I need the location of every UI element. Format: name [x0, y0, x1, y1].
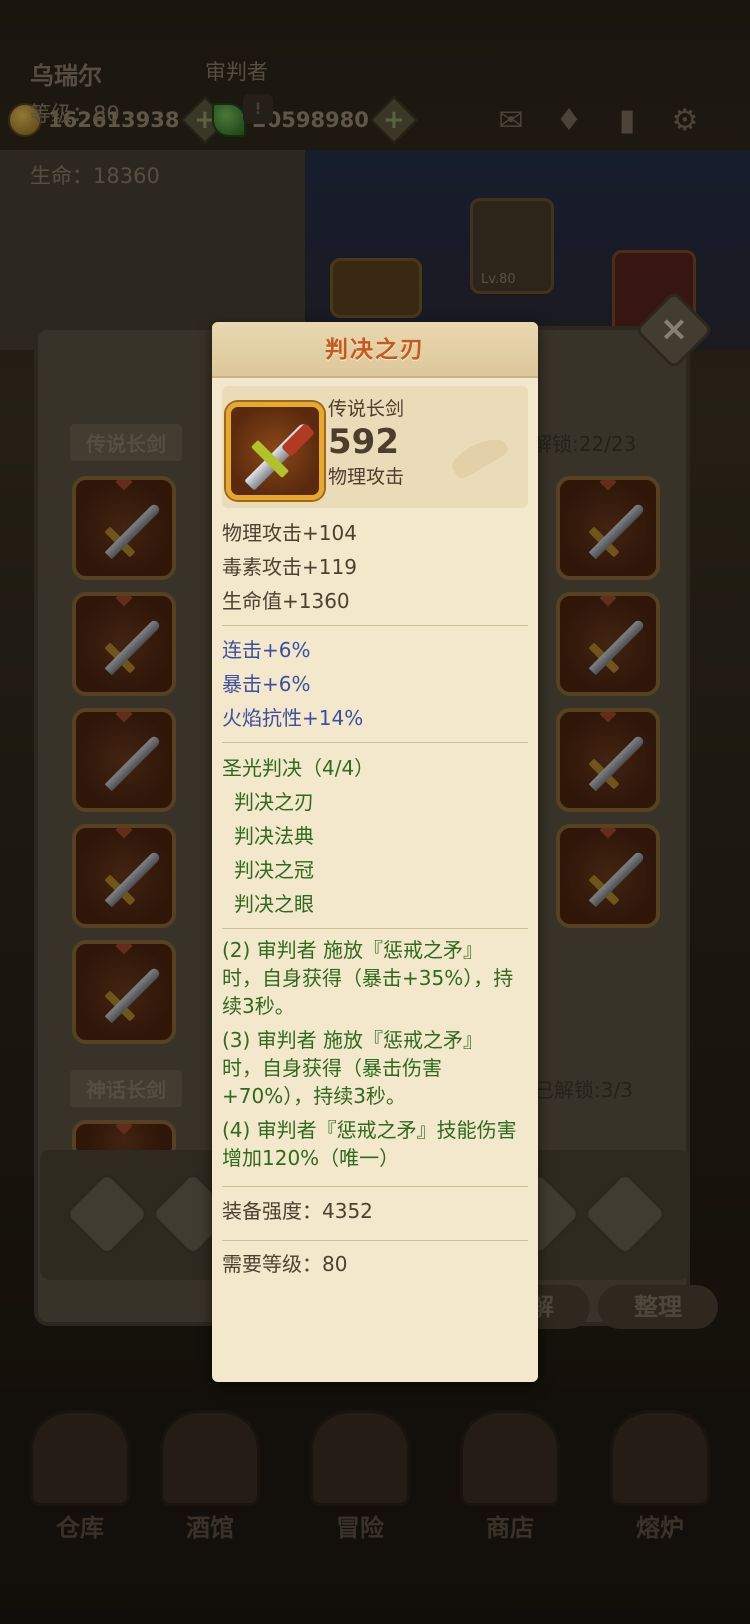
- item-icon: [226, 402, 324, 500]
- base-stat: 生命值+1360: [222, 589, 350, 613]
- set-item: 判决之眼: [234, 892, 314, 916]
- gear-score: 装备强度：4352: [222, 1199, 373, 1223]
- set-item: 判决之刃: [234, 790, 314, 814]
- set-item: 判决法典: [234, 824, 314, 848]
- divider: [222, 928, 528, 929]
- bonus-stat: 火焰抗性+14%: [222, 706, 364, 730]
- item-type: 传说长剑: [328, 398, 405, 420]
- base-stat: 物理攻击+104: [222, 521, 357, 545]
- divider: [222, 1240, 528, 1241]
- set-bonus-2: (2) 审判者 施放『惩戒之矛』时，自身获得（暴击+35%），持续3秒。: [222, 938, 514, 1018]
- bonus-stat: 连击+6%: [222, 638, 311, 662]
- item-name: 判决之刃: [325, 337, 425, 363]
- item-power: 592: [328, 422, 399, 462]
- divider: [222, 742, 528, 743]
- set-name: 圣光判决（4/4）: [222, 756, 375, 780]
- set-bonus-4: (4) 审判者『惩戒之矛』技能伤害增加120%（唯一）: [222, 1118, 517, 1170]
- bonus-stat: 暴击+6%: [222, 672, 311, 696]
- divider: [222, 625, 528, 626]
- item-tooltip: 判决之刃 传说长剑 592 物理攻击 物理攻击+104 毒素攻击+119 生命值…: [212, 322, 538, 1382]
- divider: [222, 1186, 528, 1187]
- game-screen: 162613938 + 20598980 + ✉ ♦ ▮ ⚙ 乌瑞尔 审判者 等…: [0, 0, 750, 1624]
- base-stat: 毒素攻击+119: [222, 555, 357, 579]
- sword-hilt-icon: [281, 423, 315, 457]
- set-item: 判决之冠: [234, 858, 314, 882]
- set-bonus-3: (3) 审判者 施放『惩戒之矛』时，自身获得（暴击伤害+70%），持续3秒。: [222, 1028, 484, 1108]
- required-level: 需要等级：80: [222, 1252, 348, 1276]
- item-main-stat: 物理攻击: [328, 466, 405, 488]
